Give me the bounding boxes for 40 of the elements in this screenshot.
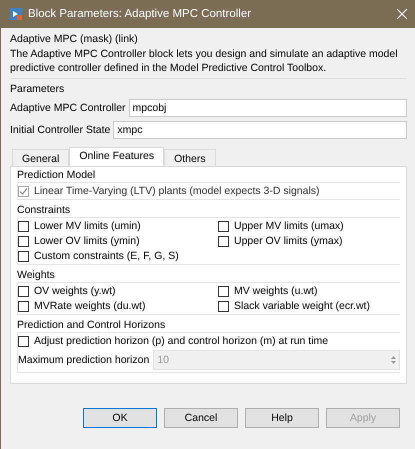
checkbox-box[interactable]: [218, 220, 229, 232]
field-label: Initial Controller State: [10, 124, 110, 136]
field-label: Adaptive MPC Controller: [10, 102, 126, 114]
checkbox[interactable]: Slack variable weight (ecr.wt): [218, 300, 400, 312]
checkbox-box[interactable]: [18, 286, 29, 296]
dialog-button[interactable]: Help: [245, 408, 319, 428]
checkbox-box[interactable]: [18, 300, 29, 312]
group-title: Weights: [17, 268, 56, 282]
checkbox[interactable]: Lower OV limits (ymin): [18, 235, 218, 247]
checkbox[interactable]: OV weights (y.wt): [18, 285, 218, 297]
checkbox-box[interactable]: [18, 220, 29, 232]
dialog-button[interactable]: Cancel: [164, 408, 238, 428]
mask-header: Adaptive MPC (mask) (link): [10, 32, 139, 47]
checkbox-box[interactable]: [218, 286, 229, 296]
description-text: The Adaptive MPC Controller block lets you design and simulate an adaptive model predictive controller defined in the Model Predictive Control Toolbox.: [10, 47, 407, 79]
close-icon[interactable]: [397, 9, 407, 19]
checkbox-box[interactable]: [18, 336, 29, 346]
checkbox[interactable]: MVRate weights (du.wt): [18, 300, 218, 312]
group-title: Prediction Model: [17, 168, 96, 182]
group-title: Prediction and Control Horizons: [17, 318, 166, 332]
tab[interactable]: Others: [164, 149, 216, 166]
checkbox-box[interactable]: [18, 236, 29, 246]
input-field[interactable]: xmpc: [113, 121, 407, 139]
tab[interactable]: Online Features: [69, 147, 164, 166]
section-title: Parameters: [10, 82, 66, 97]
field-label: Maximum prediction horizon: [18, 354, 150, 366]
window-title: Block Parameters: Adaptive MPC Controller: [28, 8, 252, 20]
checkbox[interactable]: Upper MV limits (umax): [218, 220, 400, 232]
checkbox-box[interactable]: [218, 236, 229, 246]
checkbox[interactable]: Custom constraints (E, F, G, S): [18, 250, 218, 262]
dialog-button[interactable]: OK: [83, 408, 157, 428]
input-field[interactable]: mpcobj: [128, 99, 407, 117]
group-title: Constraints: [17, 203, 72, 217]
checkbox[interactable]: Adjust prediction horizon (p) and control horizon (m) at run time: [18, 335, 400, 347]
checkbox-box[interactable]: [18, 250, 29, 262]
checkbox-box[interactable]: [218, 300, 229, 312]
tab[interactable]: General: [12, 149, 70, 166]
checkbox[interactable]: Upper OV limits (ymax): [218, 235, 400, 247]
checkbox[interactable]: MV weights (u.wt): [218, 285, 400, 297]
checkbox[interactable]: Lower MV limits (umin): [18, 220, 218, 232]
